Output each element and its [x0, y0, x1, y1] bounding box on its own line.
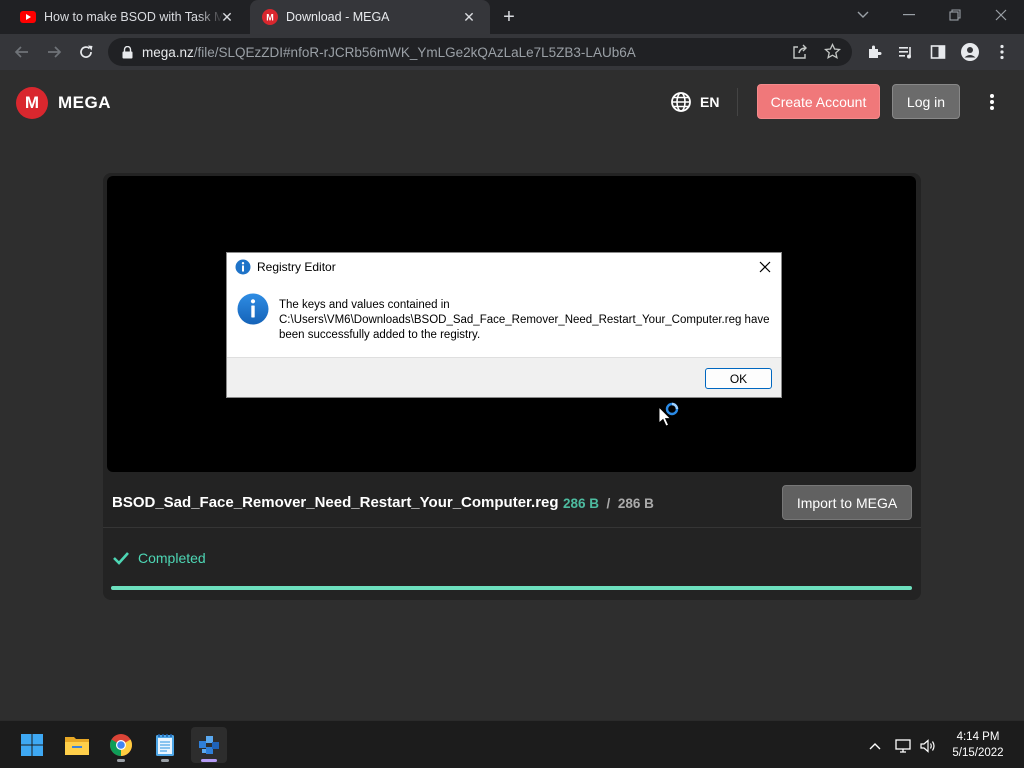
browser-toolbar: mega.nz/file/SLQEzZDI#nfoR-rJCRb56mWK_Ym…: [0, 34, 1024, 70]
busy-cursor-icon: [658, 402, 679, 427]
dialog-message: The keys and values contained in C:\User…: [279, 299, 770, 341]
dialog-close-icon[interactable]: [755, 257, 775, 277]
clock-date: 5/15/2022: [952, 747, 1004, 759]
new-tab-icon[interactable]: +: [498, 6, 520, 28]
running-indicator: [117, 759, 125, 762]
registry-editor-icon: [199, 736, 219, 754]
active-indicator: [201, 759, 217, 762]
login-button[interactable]: Log in: [892, 84, 960, 119]
more-options-icon[interactable]: [982, 92, 1002, 112]
side-panel-icon[interactable]: [926, 40, 950, 64]
tab-youtube[interactable]: How to make BSOD with Task Manager ✕: [8, 0, 248, 34]
show-hidden-icons-icon[interactable]: [864, 735, 886, 757]
ok-button[interactable]: OK: [705, 368, 772, 389]
forward-icon[interactable]: [42, 40, 66, 64]
browser-tab-strip: How to make BSOD with Task Manager ✕ M D…: [0, 0, 1024, 34]
downloaded-size: 286 B: [563, 496, 600, 511]
close-window-icon[interactable]: [978, 0, 1024, 30]
info-small-icon: [235, 259, 251, 275]
extensions-icon[interactable]: [862, 40, 886, 64]
close-tab-icon[interactable]: ✕: [460, 8, 478, 26]
mega-favicon-icon: M: [262, 9, 278, 25]
youtube-icon: [20, 9, 36, 25]
close-tab-icon[interactable]: ✕: [218, 8, 236, 26]
progress-fill: [111, 586, 912, 590]
back-icon[interactable]: [10, 40, 34, 64]
download-progress-bar: [111, 586, 912, 590]
restore-icon[interactable]: [932, 0, 978, 30]
mega-logo[interactable]: M MEGA: [16, 87, 111, 119]
checkmark-icon: [113, 552, 129, 565]
tab-mega[interactable]: M Download - MEGA ✕: [250, 0, 490, 34]
taskbar-chrome[interactable]: [103, 727, 139, 763]
start-icon: [21, 734, 43, 756]
reload-icon[interactable]: [74, 40, 98, 64]
mega-logo-icon: M: [16, 87, 48, 119]
header-divider: [737, 88, 738, 116]
language-selector[interactable]: EN: [670, 91, 719, 113]
file-name: BSOD_Sad_Face_Remover_Need_Restart_Your_…: [112, 494, 559, 511]
file-info-bar: BSOD_Sad_Face_Remover_Need_Restart_Your_…: [103, 476, 921, 528]
address-bar[interactable]: mega.nz/file/SLQEzZDI#nfoR-rJCRb56mWK_Ym…: [108, 38, 852, 66]
registry-editor-dialog: Registry Editor The keys and values cont…: [226, 252, 782, 398]
share-icon[interactable]: [792, 44, 808, 65]
info-icon: [237, 293, 269, 325]
mega-logo-text: MEGA: [58, 93, 111, 112]
dialog-title: Registry Editor: [257, 260, 336, 274]
language-label: EN: [700, 94, 720, 110]
clock-time: 4:14 PM: [956, 731, 1000, 743]
bookmark-star-icon[interactable]: [823, 42, 842, 65]
volume-icon[interactable]: [917, 735, 939, 757]
url-path: /file/SLQEzZDI#nfoR-rJCRb56mWK_YmLGe2kQA…: [193, 44, 636, 60]
minimize-icon[interactable]: [886, 0, 932, 30]
tab-title: How to make BSOD with Task Manager: [44, 10, 224, 24]
notepad-icon: [156, 734, 174, 756]
tab-title: Download - MEGA: [286, 10, 390, 24]
size-separator: /: [606, 496, 611, 511]
tab-search-icon[interactable]: [840, 0, 886, 30]
total-size: 286 B: [617, 496, 654, 511]
globe-icon: [671, 92, 691, 112]
url-host: mega.nz: [142, 44, 194, 60]
taskbar-file-explorer[interactable]: [59, 727, 95, 763]
network-icon[interactable]: [892, 735, 914, 757]
url-text: mega.nz/file/SLQEzZDI#nfoR-rJCRb56mWK_Ym…: [142, 45, 636, 60]
start-button[interactable]: [14, 727, 50, 763]
file-size: 286 B / 286 B: [563, 496, 654, 511]
profile-icon[interactable]: [958, 40, 982, 64]
system-clock[interactable]: 4:14 PM 5/15/2022: [946, 729, 1010, 761]
lock-icon[interactable]: [120, 45, 134, 59]
svg-text:M: M: [266, 13, 274, 23]
media-control-icon[interactable]: [894, 40, 918, 64]
file-explorer-icon: [65, 737, 89, 755]
dialog-title-bar[interactable]: Registry Editor: [235, 259, 336, 275]
download-status: Completed: [112, 549, 206, 567]
create-account-button[interactable]: Create Account: [757, 84, 880, 119]
chrome-icon: [110, 734, 132, 756]
import-to-mega-button[interactable]: Import to MEGA: [782, 485, 912, 520]
running-indicator: [161, 759, 169, 762]
browser-menu-icon[interactable]: [990, 40, 1014, 64]
status-text: Completed: [138, 550, 206, 566]
taskbar-registry-editor[interactable]: [191, 727, 227, 763]
windows-taskbar: 4:14 PM 5/15/2022: [0, 720, 1024, 768]
taskbar-notepad[interactable]: [147, 727, 183, 763]
dialog-footer: OK: [227, 357, 781, 397]
